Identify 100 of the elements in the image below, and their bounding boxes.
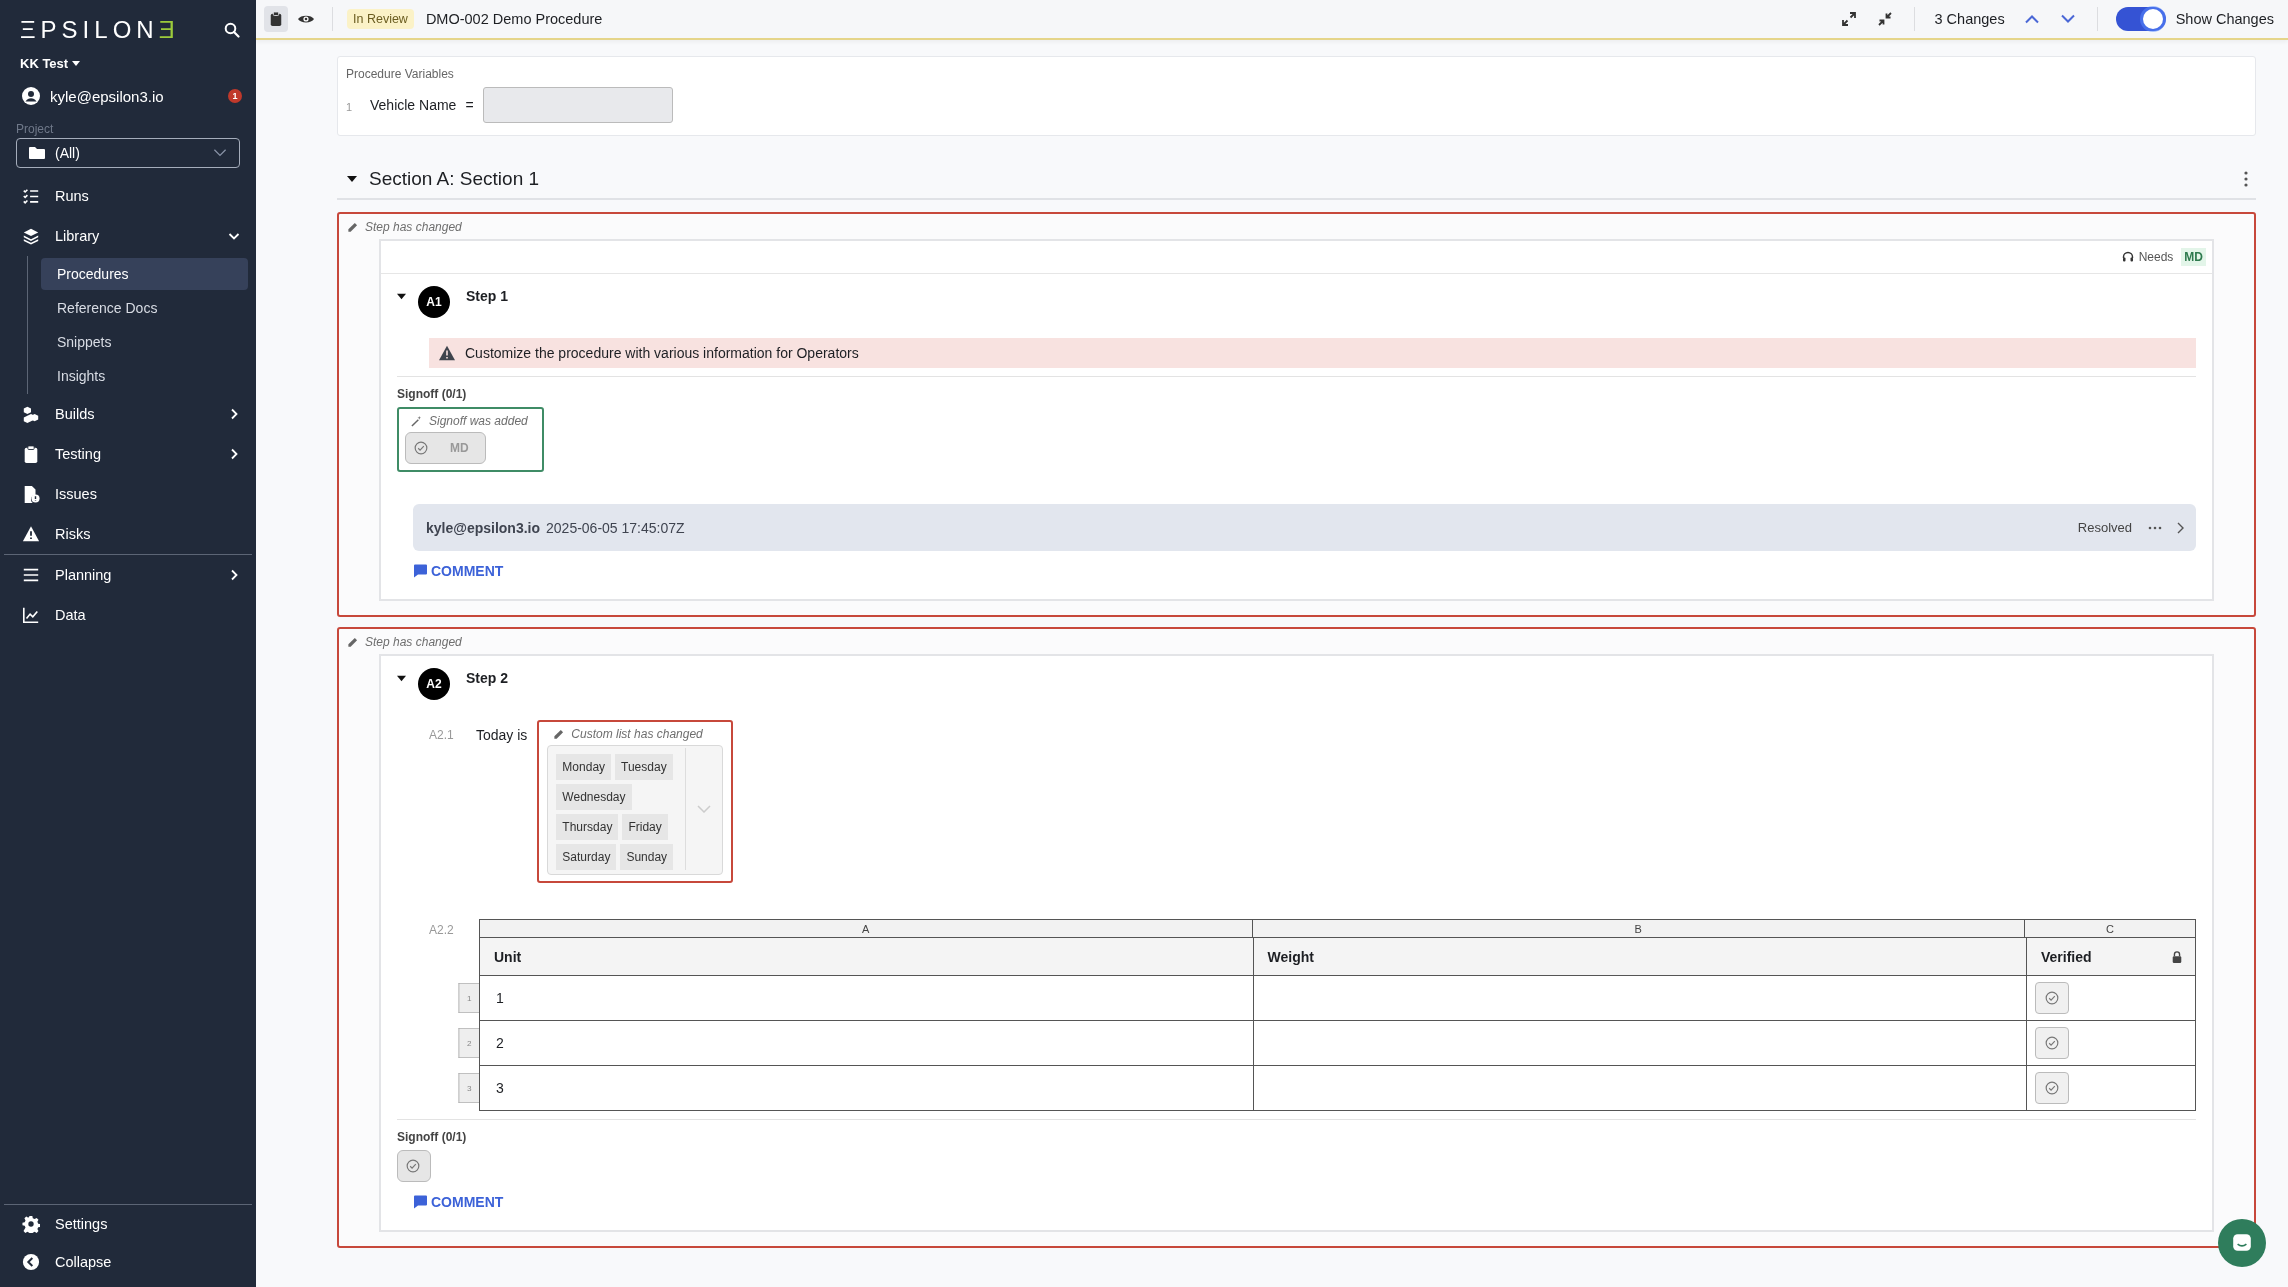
user-email[interactable]: kyle@epsilon3.io <box>50 87 218 105</box>
nav-subitem[interactable]: Insights <box>41 360 248 392</box>
option-chip[interactable]: Tuesday <box>615 754 673 780</box>
library-icon <box>22 227 40 245</box>
nav-item[interactable]: Library <box>0 216 256 256</box>
planning-icon <box>22 566 40 584</box>
change-note: Custom list has changed <box>571 727 703 741</box>
caret-down-icon[interactable] <box>397 292 406 301</box>
show-changes-toggle[interactable] <box>2115 7 2166 31</box>
clipboard-icon <box>269 12 283 26</box>
verify-button[interactable] <box>2035 982 2069 1014</box>
runs-icon <box>22 187 40 205</box>
comment-icon <box>413 1195 427 1209</box>
verify-button[interactable] <box>2035 1072 2069 1104</box>
table-cell[interactable]: 2 <box>479 1021 1253 1066</box>
testing-icon <box>22 445 40 463</box>
table-cell[interactable] <box>1252 1021 2026 1066</box>
signoff-label: Signoff (0/1) <box>397 1130 468 1144</box>
comment-status: Resolved <box>2077 520 2132 535</box>
nav-item[interactable]: Runs <box>0 176 256 216</box>
project-dropdown[interactable]: (All) <box>16 138 240 168</box>
comment-author: kyle@epsilon3.io <box>426 519 541 536</box>
caret-down-icon[interactable] <box>397 674 406 683</box>
column-header: Verified <box>2026 938 2196 976</box>
option-chip[interactable]: Friday <box>622 814 668 840</box>
comment-thread[interactable]: kyle@epsilon3.io 2025-06-05 17:45:07Z Resolved <box>413 504 2196 551</box>
risks-icon <box>22 525 40 543</box>
option-chip[interactable]: Thursday <box>556 814 619 840</box>
chat-icon <box>2231 1232 2253 1254</box>
variable-name: Vehicle Name <box>370 97 457 113</box>
expand-icon[interactable] <box>1841 12 1856 26</box>
logo[interactable]: ΞPSILON Ǝ <box>20 16 180 44</box>
search-icon[interactable] <box>224 22 240 38</box>
verify-button[interactable] <box>2035 1027 2069 1059</box>
pencil-icon <box>347 636 358 648</box>
section-title: Section A: Section 1 <box>369 168 540 190</box>
issues-icon <box>22 485 40 503</box>
option-chip[interactable]: Sunday <box>620 844 674 870</box>
nav-item[interactable]: Issues <box>0 474 256 514</box>
table-cell[interactable]: 1 <box>479 976 1253 1021</box>
equals-sign: = <box>465 97 474 113</box>
table-cell[interactable] <box>1252 1066 2026 1111</box>
clipboard-button[interactable] <box>264 6 288 32</box>
step-title: Step 2 <box>466 670 508 686</box>
check-circle-icon <box>406 1159 420 1173</box>
toggle-label: Show Changes <box>2175 11 2274 27</box>
change-note: Step has changed <box>365 635 462 649</box>
more-options-icon[interactable] <box>2244 171 2248 187</box>
chat-button[interactable] <box>2218 1219 2266 1267</box>
settings-icon <box>22 1215 40 1233</box>
collapse-icon[interactable] <box>1877 12 1892 26</box>
block-index: A2.2 <box>429 922 454 937</box>
magic-wand-icon <box>411 415 422 427</box>
caret-down-icon <box>72 61 81 66</box>
table-cell[interactable] <box>2026 1021 2196 1066</box>
line-number: 1 <box>346 100 354 113</box>
requires-label: Needs <box>2138 250 2174 264</box>
nav-item[interactable]: Builds <box>0 394 256 434</box>
nav-item[interactable]: Planning <box>0 555 256 595</box>
option-chip[interactable]: Wednesday <box>556 784 632 810</box>
nav-item[interactable]: Testing <box>0 434 256 474</box>
column-letter: B <box>1251 919 2024 938</box>
chevron-right-icon[interactable] <box>2176 521 2184 534</box>
column-header: Weight <box>1252 938 2026 976</box>
comment-button[interactable]: COMMENT <box>411 1192 506 1212</box>
comment-icon <box>413 564 427 578</box>
notification-count[interactable]: 1 <box>228 89 242 103</box>
column-letter: C <box>2024 919 2196 938</box>
more-options-icon[interactable] <box>2148 525 2162 530</box>
workspace-switcher[interactable]: KK Test <box>20 56 81 71</box>
table-cell[interactable] <box>2026 1066 2196 1111</box>
step-number-badge: A2 <box>418 668 450 700</box>
nav-item[interactable]: Collapse <box>0 1243 256 1281</box>
multi-select-field[interactable]: Monday Tuesday Wednesday Thursday Friday Saturday Sunday <box>547 745 724 875</box>
option-chip[interactable]: Saturday <box>556 844 617 870</box>
comment-button[interactable]: COMMENT <box>411 561 506 581</box>
nav-subitem[interactable]: Snippets <box>41 326 248 358</box>
warning-icon <box>439 345 455 361</box>
table-cell[interactable] <box>2026 976 2196 1021</box>
nav-item[interactable]: Data <box>0 595 256 635</box>
nav-item[interactable]: Risks <box>0 514 256 554</box>
headset-icon <box>2121 251 2134 263</box>
changes-count: 3 Changes <box>1934 11 2005 27</box>
check-circle-icon <box>414 441 428 455</box>
folder-icon <box>29 145 45 161</box>
caret-down-icon[interactable] <box>347 174 357 184</box>
signoff-label: Signoff (0/1) <box>397 387 468 401</box>
procedure-title: DMO-002 Demo Procedure <box>425 11 603 27</box>
change-note: Signoff was added <box>429 414 528 428</box>
nav-subitem[interactable]: Reference Docs <box>41 292 248 324</box>
builds-icon <box>22 405 40 423</box>
table-cell[interactable]: 3 <box>479 1066 1253 1111</box>
option-chip[interactable]: Monday <box>556 754 612 780</box>
comment-time: 2025-06-05 17:45:07Z <box>546 519 685 536</box>
status-badge: In Review <box>347 9 414 29</box>
nav-subitem[interactable]: Procedures <box>41 258 248 290</box>
nav-item[interactable]: Settings <box>0 1205 256 1243</box>
table-cell[interactable] <box>1252 976 2026 1021</box>
check-circle-icon <box>2045 991 2059 1005</box>
signoff-button[interactable] <box>397 1150 431 1182</box>
